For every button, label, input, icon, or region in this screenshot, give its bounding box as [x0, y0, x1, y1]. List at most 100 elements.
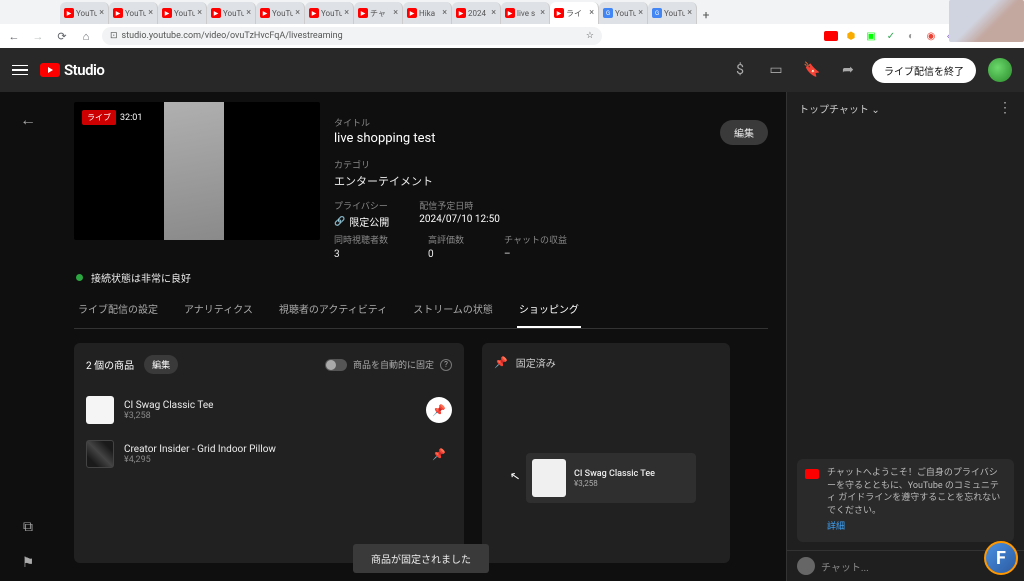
viewers-value: 3: [334, 249, 388, 260]
browser-tab[interactable]: ▶live s×: [501, 2, 550, 24]
live-badge: ライブ: [82, 110, 116, 125]
browser-tab[interactable]: ▶Hika×: [403, 2, 452, 24]
tab-shopping[interactable]: ショッピング: [517, 291, 581, 328]
calendar-icon[interactable]: ▭: [764, 58, 788, 82]
chat-mode-dropdown[interactable]: トップチャット ⌄: [799, 101, 880, 116]
schedule-label: 配信予定日時: [419, 199, 500, 212]
connection-status: 接続状態は非常に良好: [91, 270, 191, 285]
extension-icon[interactable]: ✓: [884, 29, 898, 43]
product-row[interactable]: Creator Insider - Grid Indoor Pillow ¥4,…: [86, 432, 452, 476]
tabs-nav: ライブ配信の設定 アナリティクス 視聴者のアクティビティ ストリームの状態 ショ…: [74, 291, 768, 329]
viewers-label: 同時視聴者数: [334, 233, 388, 246]
tab-activity[interactable]: 視聴者のアクティビティ: [277, 291, 389, 328]
product-name: Creator Insider - Grid Indoor Pillow: [124, 444, 416, 455]
address-bar[interactable]: ⊡ studio.youtube.com/video/ovuTzHvcFqA/l…: [102, 27, 602, 45]
browser-tab[interactable]: ▶YouTu×: [207, 2, 256, 24]
url-text: studio.youtube.com/video/ovuTzHvcFqA/liv…: [122, 31, 343, 41]
schedule-value: 2024/07/10 12:50: [419, 214, 500, 225]
studio-logo[interactable]: Studio: [40, 61, 104, 79]
browser-tab[interactable]: GYouTu×: [599, 2, 648, 24]
product-count: 2 個の商品: [86, 357, 134, 372]
pinned-panel: 📌 固定済み ↖ CI Swag Classic Tee ¥3,258: [482, 343, 730, 563]
home-button[interactable]: ⌂: [78, 28, 94, 44]
webcam-overlay: [949, 0, 1024, 42]
revenue-value: –: [504, 249, 567, 260]
feedback-icon[interactable]: ⚑: [22, 555, 35, 571]
privacy-label: プライバシー: [334, 199, 389, 212]
share-icon[interactable]: ➦: [836, 58, 860, 82]
edit-products-button[interactable]: 編集: [144, 355, 178, 374]
tab-settings[interactable]: ライブ配信の設定: [76, 291, 160, 328]
auto-pin-label: 商品を自動的に固定: [353, 358, 434, 371]
product-row[interactable]: CI Swag Classic Tee ¥3,258 📌: [86, 388, 452, 432]
chat-avatar: [797, 557, 815, 575]
browser-tab[interactable]: ▶YouTu×: [60, 2, 109, 24]
browser-tab[interactable]: ▶YouTu×: [109, 2, 158, 24]
browser-tab[interactable]: ▶チャ×: [354, 2, 403, 24]
stream-duration: 32:01: [120, 113, 142, 123]
help-icon[interactable]: ?: [440, 359, 452, 371]
tab-health[interactable]: ストリームの状態: [411, 291, 495, 328]
youtube-icon: [40, 63, 60, 77]
likes-value: 0: [428, 249, 464, 260]
extension-icon[interactable]: ◉: [924, 29, 938, 43]
menu-icon[interactable]: [12, 65, 28, 76]
guidelines-link[interactable]: 詳細: [827, 521, 1006, 534]
browser-tab[interactable]: ▶YouTu×: [256, 2, 305, 24]
site-info-icon[interactable]: ⊡: [110, 31, 118, 41]
browser-tab[interactable]: ▶YouTu×: [158, 2, 207, 24]
popout-icon[interactable]: ⧉: [23, 519, 33, 535]
product-name: CI Swag Classic Tee: [124, 400, 416, 411]
title-label: タイトル: [334, 116, 768, 129]
bookmark-icon[interactable]: 🔖: [800, 58, 824, 82]
product-thumbnail: [532, 459, 566, 497]
chat-welcome: チャットへようこそ！ご自身のプライバシーを守るとともに、YouTube のコミュ…: [797, 459, 1014, 542]
pinned-product-price: ¥3,258: [574, 479, 655, 488]
browser-tab[interactable]: ▶YouTu×: [305, 2, 354, 24]
extension-icon[interactable]: ▣: [864, 29, 878, 43]
browser-tab[interactable]: ▶2024×: [452, 2, 501, 24]
link-icon: 🔗: [334, 217, 345, 227]
stream-title: live shopping test: [334, 131, 768, 146]
product-thumbnail: [86, 440, 114, 468]
pinned-product-card[interactable]: CI Swag Classic Tee ¥3,258: [526, 453, 696, 503]
privacy-value: 限定公開: [349, 214, 389, 229]
product-price: ¥3,258: [124, 411, 416, 421]
pinned-header: 固定済み: [516, 355, 556, 370]
chat-panel: トップチャット ⌄ ⋮ チャットへようこそ！ご自身のプライバシーを守るとともに、…: [786, 92, 1024, 581]
status-dot-icon: [76, 274, 83, 281]
products-panel: 2 個の商品 編集 商品を自動的に固定 ? CI Swag Classic Te…: [74, 343, 464, 563]
browser-tab[interactable]: ▶ライ×: [550, 2, 599, 24]
overlay-badge: F: [984, 541, 1018, 575]
toast-message: 商品が固定されました: [353, 544, 489, 573]
chat-menu-icon[interactable]: ⋮: [998, 100, 1012, 116]
edit-stream-button[interactable]: 編集: [720, 120, 768, 145]
forward-button[interactable]: →: [30, 28, 46, 44]
pinned-product-name: CI Swag Classic Tee: [574, 469, 655, 479]
reload-button[interactable]: ⟳: [54, 28, 70, 44]
extension-icon[interactable]: ⬢: [844, 29, 858, 43]
back-button[interactable]: ←: [6, 28, 22, 44]
end-stream-button[interactable]: ライブ配信を終了: [872, 58, 976, 83]
tab-analytics[interactable]: アナリティクス: [182, 291, 255, 328]
new-tab-button[interactable]: +: [697, 6, 715, 24]
pin-button[interactable]: 📌: [426, 397, 452, 423]
cursor-icon: ↖: [509, 468, 521, 484]
category-label: カテゴリ: [334, 158, 768, 171]
avatar[interactable]: [988, 58, 1012, 82]
pin-icon: 📌: [494, 356, 508, 369]
product-price: ¥4,295: [124, 455, 416, 465]
youtube-icon: [805, 469, 819, 479]
back-arrow-icon[interactable]: ←: [20, 110, 36, 130]
pin-button[interactable]: 📌: [426, 441, 452, 467]
category-value: エンターテイメント: [334, 173, 768, 189]
likes-label: 高評価数: [428, 233, 464, 246]
extension-icon[interactable]: ◐: [904, 29, 918, 43]
extension-icon[interactable]: [824, 29, 838, 43]
chat-input[interactable]: チャット...: [821, 559, 980, 574]
revenue-label: チャットの収益: [504, 233, 567, 246]
browser-tab[interactable]: GYouTu×: [648, 2, 697, 24]
monetization-icon[interactable]: $: [728, 58, 752, 82]
auto-pin-toggle[interactable]: [325, 359, 347, 371]
product-thumbnail: [86, 396, 114, 424]
